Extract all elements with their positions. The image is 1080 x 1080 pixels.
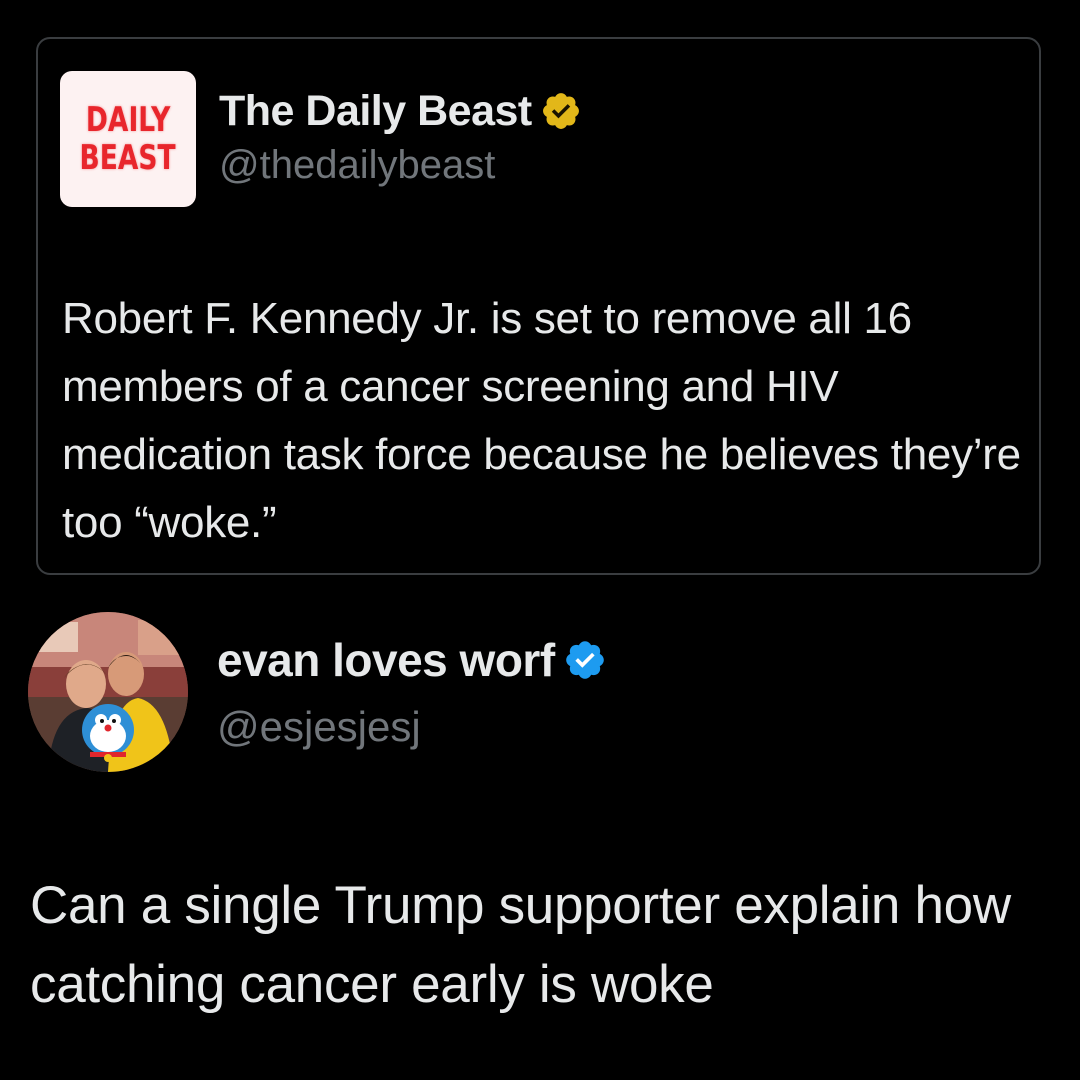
daily-beast-logo[interactable]: DAILY BEAST <box>60 71 196 207</box>
quoted-author-handle[interactable]: @thedailybeast <box>219 143 495 188</box>
logo-text-beast: BEAST <box>79 138 177 178</box>
quoted-author-row: The Daily Beast <box>219 85 582 137</box>
tweet-author-name[interactable]: evan loves worf <box>217 633 555 687</box>
quoted-tweet-text: Robert F. Kennedy Jr. is set to remove a… <box>62 294 1021 547</box>
tweet-author-handle[interactable]: @esjesjesj <box>217 703 421 751</box>
verified-gold-badge-icon <box>542 93 579 129</box>
avatar-photo <box>28 612 188 772</box>
tweet-author-row: evan loves worf <box>217 633 607 687</box>
quoted-tweet-card[interactable]: DAILY BEAST The Daily Beast @thedailybea… <box>36 37 1041 575</box>
avatar[interactable] <box>28 612 188 772</box>
quoted-author-name[interactable]: The Daily Beast <box>219 87 532 136</box>
verified-blue-badge-icon <box>565 641 604 679</box>
tweet-text: Can a single Trump supporter explain how… <box>30 876 1011 1014</box>
logo-text-daily: DAILY <box>85 100 171 140</box>
